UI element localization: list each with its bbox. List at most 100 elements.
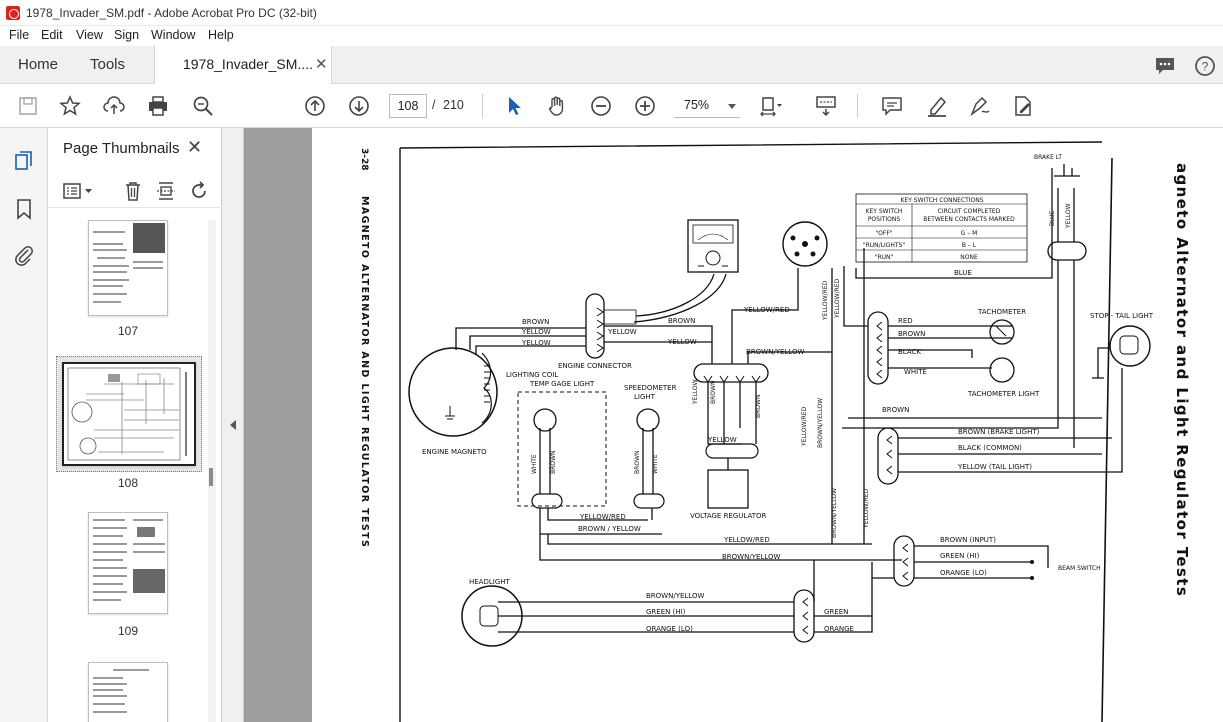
thumbnail-list: 107 108 109 [48, 220, 208, 722]
label-tachometer: TACHOMETER [977, 308, 1026, 316]
close-panel-icon[interactable]: ✕ [187, 137, 202, 158]
zoom-level-dropdown[interactable]: 75% [674, 94, 740, 118]
thumbnail-options-icon[interactable] [62, 180, 94, 202]
menu-window[interactable]: Window [151, 28, 195, 42]
thumbnail-label: 109 [117, 624, 139, 638]
panel-title: Page Thumbnails [63, 140, 180, 157]
table-head-right: CIRCUIT COMPLETED [938, 208, 1001, 215]
page-total: 210 [443, 98, 464, 112]
table-head-left: POSITIONS [868, 216, 901, 223]
draw-sign-icon[interactable] [968, 94, 992, 118]
tab-bar: Home Tools 1978_Invader_SM.... ✕ ? [0, 46, 1223, 85]
label-engine-magneto: ENGINE MAGNETO [422, 448, 487, 456]
thumbnail-photo [133, 223, 165, 253]
thumbnail-scrollbar[interactable] [208, 220, 216, 722]
wire-black: BLACK [898, 348, 921, 356]
read-mode-icon[interactable] [814, 94, 838, 118]
left-section-title: MAGNETO ALTERNATOR AND LIGHT REGULATOR T… [359, 196, 370, 548]
wire-yellow-tail: YELLOW (TAIL LIGHT) [957, 463, 1032, 471]
temp-gage-dashed-box [517, 391, 607, 507]
edit-pdf-icon[interactable] [1011, 94, 1035, 118]
label-temp-gage: TEMP GAGE LIGHT [529, 380, 595, 388]
page-number-input[interactable]: 108 [389, 94, 427, 118]
wire-brown: BROWN [522, 318, 549, 326]
scrollbar-handle[interactable] [209, 468, 213, 486]
thumbnail-page-current[interactable] [62, 362, 196, 466]
page-thumbnails-icon[interactable] [13, 150, 35, 172]
menu-file[interactable]: File [9, 28, 29, 42]
wire-brown: BROWN [634, 451, 641, 474]
wire-brown-yellow: BROWN/YELLOW [831, 488, 838, 538]
label-lighting-coil: LIGHTING COIL [506, 371, 558, 379]
key-switch [782, 221, 828, 267]
delete-trash-icon[interactable] [122, 180, 144, 202]
tab-document[interactable]: 1978_Invader_SM.... ✕ [154, 46, 332, 85]
engine-magneto [408, 347, 498, 437]
menu-edit[interactable]: Edit [41, 28, 63, 42]
bookmarks-icon[interactable] [13, 198, 35, 220]
wire-yellow-red: YELLOW/RED [834, 278, 841, 319]
zoom-in-icon[interactable] [633, 94, 657, 118]
panel-collapse-strip[interactable] [222, 128, 244, 722]
help-icon[interactable]: ? [1194, 55, 1216, 77]
print-icon[interactable] [146, 94, 170, 118]
label-tachometer-light: TACHOMETER LIGHT [967, 390, 1040, 398]
menu-sign[interactable]: Sign [114, 28, 139, 42]
wire-yellow: YELLOW [521, 328, 551, 336]
attachments-paperclip-icon[interactable] [13, 244, 35, 266]
wire-yellow-red: YELLOW/RED [822, 280, 829, 321]
page-number: 3-28 [359, 148, 369, 171]
tab-document-label: 1978_Invader_SM.... [183, 56, 313, 72]
thumbnail-page[interactable] [88, 662, 168, 722]
test-meter [687, 219, 739, 273]
toolbar-divider [857, 94, 858, 118]
wire-brown: BROWN [550, 451, 557, 474]
table-cell: "OFF" [875, 230, 892, 237]
zoom-out-icon[interactable] [589, 94, 613, 118]
tab-tools[interactable]: Tools [90, 46, 125, 84]
svg-text:?: ? [1202, 60, 1209, 74]
add-comment-icon[interactable] [880, 94, 904, 118]
wire-white: WHITE [904, 368, 927, 376]
menu-view[interactable]: View [76, 28, 103, 42]
thumbnail-page[interactable] [88, 512, 168, 614]
upload-cloud-icon[interactable] [102, 94, 126, 118]
table-cell: "RUN/LIGHTS" [863, 242, 906, 249]
next-page-icon[interactable] [347, 94, 371, 118]
label-speedometer: SPEEDOMETER [624, 384, 677, 392]
comment-icon[interactable] [1154, 55, 1176, 77]
acrobat-app-icon [6, 6, 20, 20]
tab-home[interactable]: Home [18, 46, 58, 84]
save-icon[interactable] [16, 94, 40, 118]
document-canvas[interactable]: 3-28 MAGNETO ALTERNATOR AND LIGHT REGULA… [244, 128, 1223, 722]
wire-brown: BROWN [668, 317, 695, 325]
highlight-pen-icon[interactable] [925, 94, 949, 118]
wire-brown-yellow: BROWN/YELLOW [722, 553, 780, 561]
hand-tool-icon[interactable] [545, 94, 569, 118]
wire-brown-input: BROWN (INPUT) [940, 536, 996, 544]
page-separator: / [432, 98, 436, 112]
menu-help[interactable]: Help [208, 28, 234, 42]
select-cursor-icon[interactable] [502, 94, 526, 118]
fit-page-icon[interactable] [758, 94, 782, 118]
wire-brown-yellow: BROWN/YELLOW [817, 398, 824, 448]
table-cell: NONE [960, 254, 978, 261]
wire-brown: BROWN [898, 330, 925, 338]
window-title: 1978_Invader_SM.pdf - Adobe Acrobat Pro … [26, 6, 317, 20]
wire-white: WHITE [531, 454, 538, 474]
zoom-search-icon[interactable] [191, 94, 215, 118]
label-voltage-regulator: VOLTAGE REGULATOR [690, 512, 767, 520]
wire-yellow-red: YELLOW/RED [723, 536, 770, 544]
thumbnail-diagram-preview [67, 367, 187, 461]
label-engine-connector: ENGINE CONNECTOR [558, 362, 632, 370]
extract-pages-icon[interactable] [155, 180, 177, 202]
table-title: KEY SWITCH CONNECTIONS [900, 197, 983, 204]
thumbnail-page[interactable] [88, 220, 168, 316]
close-tab-icon[interactable]: ✕ [315, 55, 328, 73]
prev-page-icon[interactable] [303, 94, 327, 118]
rotate-icon[interactable] [188, 180, 210, 202]
bookmark-star-icon[interactable] [58, 94, 82, 118]
wire-orange: ORANGE [824, 625, 854, 633]
right-border-line [1101, 157, 1113, 722]
collapse-arrow-icon[interactable] [230, 420, 236, 430]
